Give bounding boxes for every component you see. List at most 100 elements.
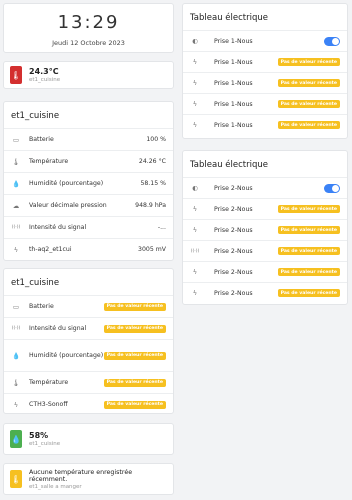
warning-badge-card[interactable]: 🌡 Aucune température enregistrée récemme… [3, 463, 174, 495]
power-toggle[interactable] [324, 36, 340, 46]
row-label: Prise 2-Nous [214, 226, 253, 234]
plug-icon: ◐ [192, 37, 198, 45]
bolt-icon: ϟ [192, 226, 198, 234]
bolt-icon: ϟ [13, 400, 19, 409]
bolt-icon: ϟ [192, 289, 198, 297]
power-toggle[interactable] [324, 183, 340, 193]
droplet-icon: 💧 [11, 351, 21, 360]
row-label: Prise 2-Nous [214, 247, 253, 255]
row-value: -... [157, 224, 166, 231]
row-label: Température [29, 158, 69, 165]
status-badge: Pas de valeur récente [277, 226, 340, 234]
row-value: 948.9 hPa [135, 202, 166, 209]
plug-icon: ◐ [192, 184, 198, 192]
bolt-icon: ϟ [192, 121, 198, 129]
row-value: 24.26 °C [138, 158, 166, 165]
panel1-title: Tableau électrique [190, 13, 268, 23]
warning-entity: et1_salle a manger [29, 483, 82, 490]
list-item[interactable]: ◐ Prise 1-Nous [183, 30, 347, 51]
bolt-icon: ϟ [13, 245, 19, 254]
row-label: Prise 1-Nous [214, 121, 253, 129]
row-label: Prise 1-Nous [214, 79, 253, 87]
list-item[interactable]: 🌡 Température Pas de valeur récente [4, 371, 173, 393]
signal-icon: ((·)) [190, 248, 200, 254]
bolt-icon: ϟ [192, 79, 198, 87]
status-badge: Pas de valeur récente [103, 378, 166, 387]
row-label: Prise 1-Nous [214, 37, 253, 45]
list-item[interactable]: ϟ Prise 2-Nous Pas de valeur récente [183, 261, 347, 282]
status-badge: Pas de valeur récente [103, 302, 166, 311]
clock-time: 13:29 [57, 12, 120, 33]
row-label: Prise 1-Nous [214, 100, 253, 108]
row-label: Batterie [29, 303, 54, 310]
thermometer-icon: 🌡 [11, 378, 21, 387]
row-label: Prise 2-Nous [214, 205, 253, 213]
list-item[interactable]: ☁ Valeur décimale pression 948.9 hPa [4, 194, 173, 216]
clock-date: Jeudi 12 Octobre 2023 [52, 39, 125, 47]
list-item[interactable]: ϟ Prise 2-Nous Pas de valeur récente [183, 282, 347, 303]
status-badge: Pas de valeur récente [277, 100, 340, 108]
row-label: Prise 2-Nous [214, 268, 253, 276]
list-item[interactable]: ▭ Batterie 100 % [4, 128, 173, 150]
row-value: 100 % [146, 136, 166, 143]
humidity-badge-card[interactable]: 💧 58% et1_cuisine [3, 423, 174, 455]
status-badge: Pas de valeur récente [103, 400, 166, 409]
bolt-icon: ϟ [192, 268, 198, 276]
status-badge: Pas de valeur récente [277, 268, 340, 276]
cloud-icon: ☁ [12, 201, 20, 210]
status-badge: Pas de valeur récente [103, 351, 166, 360]
bolt-icon: ϟ [192, 100, 198, 108]
battery-icon: ▭ [12, 135, 20, 144]
list-item[interactable]: ϟ Prise 1-Nous Pas de valeur récente [183, 114, 347, 135]
row-label: Prise 2-Nous [214, 184, 253, 192]
list-item[interactable]: ϟ Prise 2-Nous Pas de valeur récente [183, 198, 347, 219]
sensors-card-title: et1_cuisine [11, 111, 60, 121]
status-badge: Pas de valeur récente [277, 121, 340, 129]
bolt-icon: ϟ [192, 58, 198, 66]
list-item[interactable]: 💧 Humidité (pourcentage) 58.15 % [4, 172, 173, 194]
list-item[interactable]: ((·)) Prise 2-Nous Pas de valeur récente [183, 240, 347, 261]
row-label: Prise 2-Nous [214, 289, 253, 297]
list-item[interactable]: ϟ th-aq2_et1cui 3005 mV [4, 238, 173, 260]
droplet-icon: 💧 [11, 179, 21, 188]
clock-card: 13:29 Jeudi 12 Octobre 2023 [3, 3, 174, 53]
sensors-card: et1_cuisine ▭ Batterie 100 % 🌡 Température 24… [3, 101, 174, 261]
row-value: 3005 mV [138, 246, 166, 253]
list-item[interactable]: ((·)) Intensité du signal Pas de valeur ré… [4, 317, 173, 339]
list-item[interactable]: ϟ CTH3-Sonoff Pas de valeur récente [4, 393, 173, 415]
row-label: Humidité (pourcentage) [29, 180, 104, 187]
row-label: Batterie [29, 136, 54, 143]
row-label: th-aq2_et1cui [29, 246, 72, 253]
status-badge: Pas de valeur récente [277, 205, 340, 213]
electric-panel-2: Tableau électrique ◐ Prise 2-Nous ϟ Prise 2… [182, 150, 348, 305]
list-item[interactable]: ◐ Prise 2-Nous [183, 177, 347, 198]
list-item[interactable]: ((·)) Intensité du signal -... [4, 216, 173, 238]
status-badge: Pas de valeur récente [277, 247, 340, 255]
list-item[interactable]: ϟ Prise 1-Nous Pas de valeur récente [183, 51, 347, 72]
status-card: et1_cuisine ▭ Batterie Pas de valeur récen… [3, 268, 174, 414]
bolt-icon: ϟ [192, 205, 198, 213]
list-item[interactable]: ϟ Prise 1-Nous Pas de valeur récente [183, 93, 347, 114]
status-badge: Pas de valeur récente [277, 58, 340, 66]
row-value: 58.15 % [140, 180, 166, 187]
status-badge: Pas de valeur récente [277, 79, 340, 87]
row-label: Prise 1-Nous [214, 58, 253, 66]
row-label: Humidité (pourcentage) [29, 352, 104, 359]
row-label: CTH3-Sonoff [29, 401, 68, 408]
signal-icon: ((·)) [11, 225, 21, 230]
list-item[interactable]: ϟ Prise 1-Nous Pas de valeur récente [183, 72, 347, 93]
battery-icon: ▭ [12, 302, 20, 311]
temperature-badge-card[interactable]: 🌡 24.3°C et1_cuisine [3, 61, 174, 89]
list-item[interactable]: ▭ Batterie Pas de valeur récente [4, 295, 173, 317]
humidity-value: 58% [29, 431, 49, 440]
list-item[interactable]: 🌡 Température 24.26 °C [4, 150, 173, 172]
row-label: Intensité du signal [29, 224, 87, 231]
thermometer-icon: 🌡 [11, 157, 21, 166]
thermometer-icon: 🌡 [10, 470, 22, 488]
list-item[interactable]: 💧 Humidité (pourcentage) Pas de valeur réc… [4, 339, 173, 371]
row-label: Intensité du signal [29, 325, 87, 332]
list-item[interactable]: ϟ Prise 2-Nous Pas de valeur récente [183, 219, 347, 240]
status-card-title: et1_cuisine [11, 278, 60, 288]
row-label: Valeur décimale pression [29, 202, 107, 209]
temperature-entity: et1_cuisine [29, 77, 61, 83]
